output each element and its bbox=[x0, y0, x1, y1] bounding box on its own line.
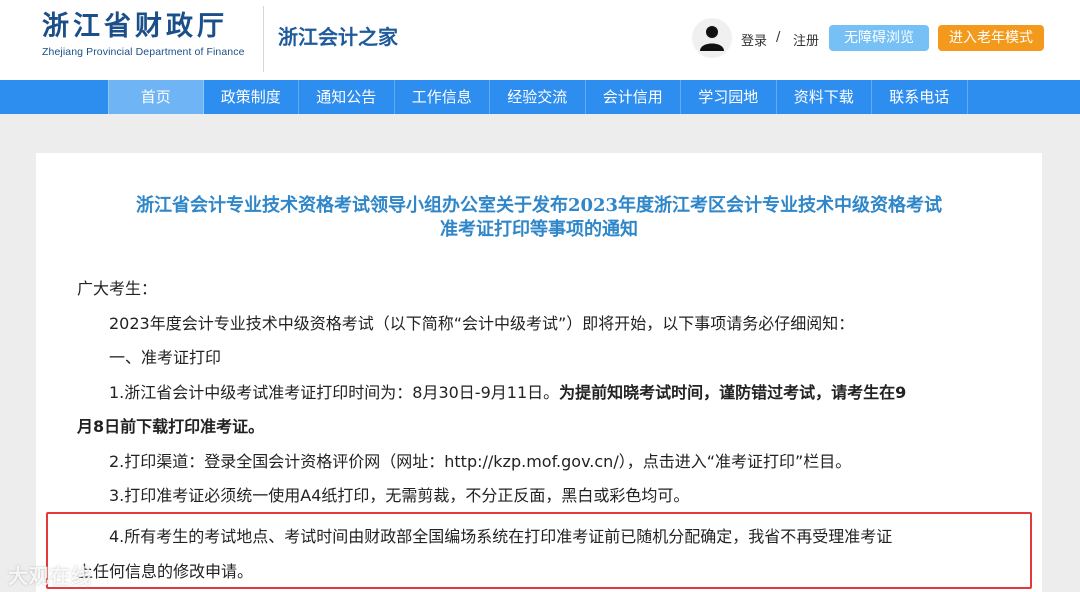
greeting: 广大考生： bbox=[77, 279, 158, 298]
nav-item-notices[interactable]: 通知公告 bbox=[299, 80, 395, 114]
item-1-normal-text: 1.浙江省会计中级考试准考证打印时间为：8月30日-9月11日。 bbox=[109, 382, 560, 402]
item-1-line-2: 月8日前下载打印准考证。 bbox=[77, 417, 265, 436]
accessible-browsing-button[interactable]: 无障碍浏览 bbox=[829, 25, 929, 51]
article-title: 浙江省会计专业技术资格考试领导小组办公室关于发布2023年度浙江考区会计专业技术… bbox=[36, 194, 1042, 242]
nav-item-home[interactable]: 首页 bbox=[108, 80, 204, 114]
site-name[interactable]: 浙江会计之家 bbox=[278, 21, 398, 50]
main-nav: 首页 政策制度 通知公告 工作信息 经验交流 会计信用 学习园地 资料下载 联系… bbox=[0, 80, 1080, 114]
user-avatar-icon[interactable] bbox=[692, 18, 732, 58]
logo-divider bbox=[263, 6, 264, 72]
nav-item-learning[interactable]: 学习园地 bbox=[681, 80, 777, 114]
logo-subtitle: Zhejiang Provincial Department of Financ… bbox=[42, 46, 245, 58]
item-4-line-1: 4.所有考生的考试地点、考试时间由财政部全国编场系统在打印准考证前已随机分配确定… bbox=[109, 527, 893, 546]
nav-item-credit[interactable]: 会计信用 bbox=[586, 80, 681, 114]
watermark-text: 大观在线 bbox=[8, 564, 92, 588]
item-2-print-channel: 2.打印渠道：登录全国会计资格评价网（网址：http://kzp.mof.gov… bbox=[109, 451, 852, 471]
nav-item-policy[interactable]: 政策制度 bbox=[204, 80, 299, 114]
item-1-bold-text: 为提前知晓考试时间，谨防错过考试，请考生在9 bbox=[559, 382, 907, 402]
logo-title: 浙江省财政厅 bbox=[42, 11, 228, 42]
item-1-line-1: 1.浙江省会计中级考试准考证打印时间为：8月30日-9月11日。为提前知晓考试时… bbox=[77, 376, 1002, 411]
site-header: 浙江省财政厅 Zhejiang Provincial Department of… bbox=[0, 0, 1080, 80]
article-title-line-2: 准考证打印等事项的通知 bbox=[440, 219, 638, 240]
nav-item-contact[interactable]: 联系电话 bbox=[872, 80, 968, 114]
article-body: 广大考生： 2023年度会计专业技术中级资格考试（以下简称“会计中级考试”）即将… bbox=[77, 272, 1002, 514]
login-link[interactable]: 登录 bbox=[741, 30, 767, 49]
item-3-print-requirements: 3.打印准考证必须统一使用A4纸打印，无需剪裁，不分正反面，黑白或彩色均可。 bbox=[109, 486, 690, 505]
nav-item-experience[interactable]: 经验交流 bbox=[490, 80, 586, 114]
elder-mode-button[interactable]: 进入老年模式 bbox=[938, 25, 1044, 51]
login-register-separator: / bbox=[776, 30, 781, 45]
item-4-paragraph: 4.所有考生的考试地点、考试时间由财政部全国编场系统在打印准考证前已随机分配确定… bbox=[77, 519, 1007, 589]
section-heading-admission-print: 一、准考证打印 bbox=[109, 348, 222, 367]
nav-item-work-info[interactable]: 工作信息 bbox=[395, 80, 490, 114]
article-title-line-1: 浙江省会计专业技术资格考试领导小组办公室关于发布2023年度浙江考区会计专业技术… bbox=[135, 195, 943, 216]
register-link[interactable]: 注册 bbox=[793, 30, 819, 49]
intro-paragraph: 2023年度会计专业技术中级资格考试（以下简称“会计中级考试”）即将开始，以下事… bbox=[109, 313, 855, 333]
finance-dept-logo[interactable]: 浙江省财政厅 Zhejiang Provincial Department of… bbox=[42, 10, 245, 58]
item-4-line-2: 上任何信息的修改申请。 bbox=[77, 562, 254, 581]
nav-item-downloads[interactable]: 资料下载 bbox=[777, 80, 872, 114]
